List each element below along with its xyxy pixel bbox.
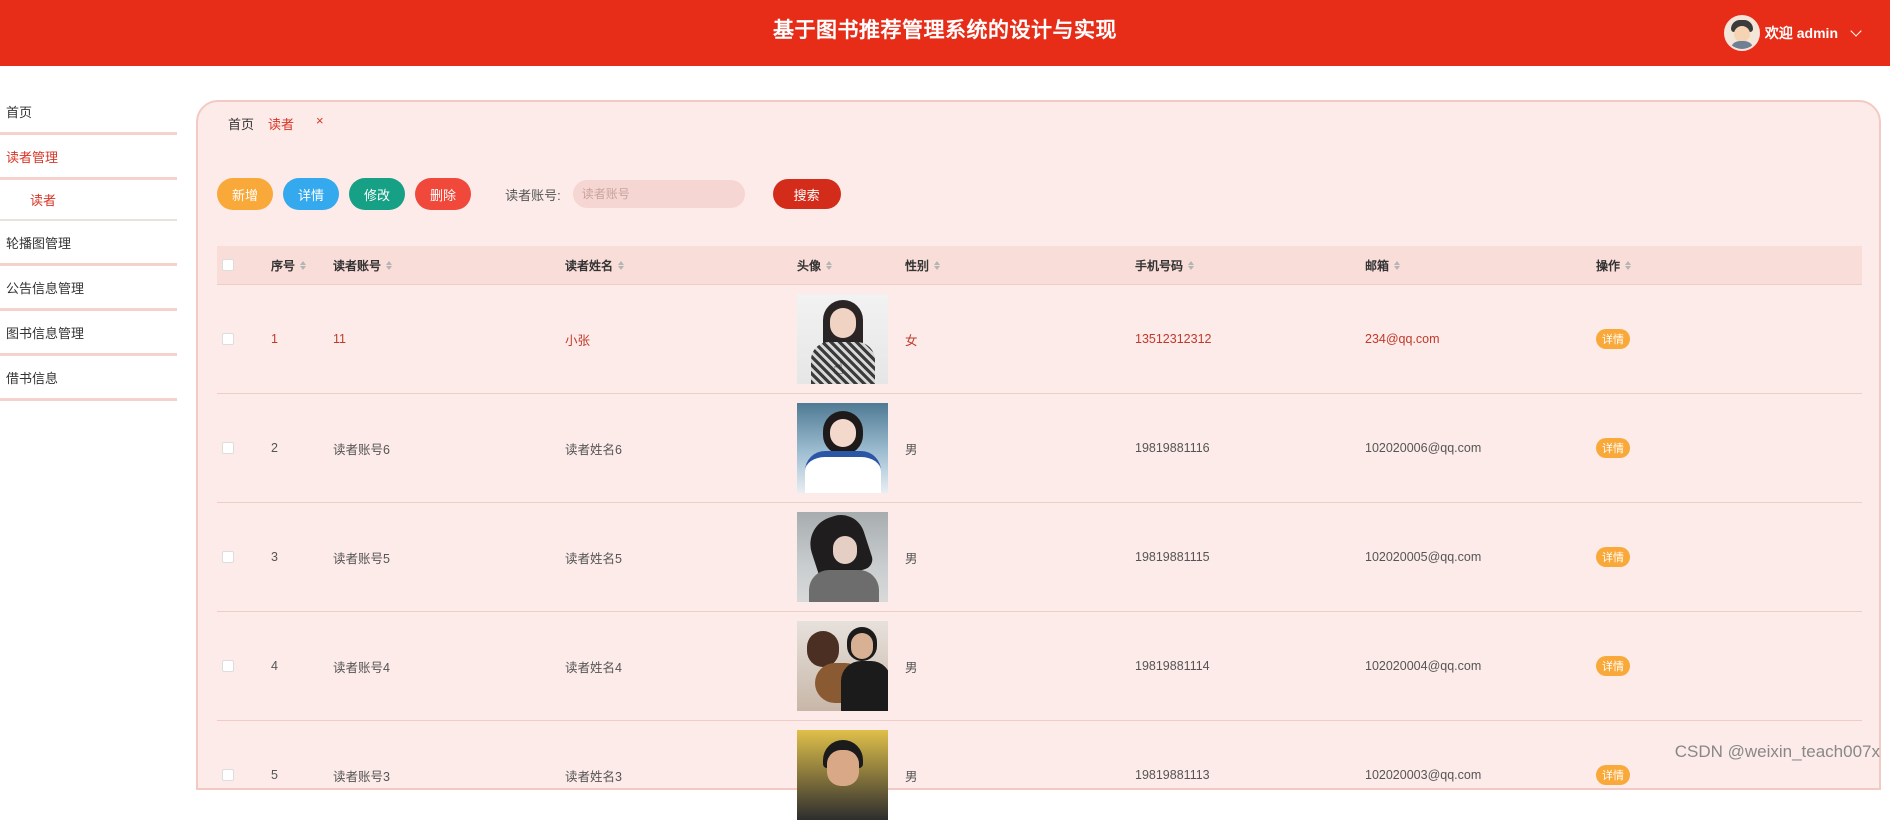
cell-gender: 男 — [905, 439, 918, 458]
cell-name: 读者姓名5 — [565, 548, 622, 567]
table-row[interactable]: 1 11 小张 女 13512312312 234@qq.com 详情 — [217, 284, 1862, 393]
sidebar-item-notice-management[interactable]: 公告信息管理 — [0, 266, 177, 311]
cell-phone: 19819881113 — [1135, 768, 1210, 782]
cell-email: 234@qq.com — [1365, 332, 1440, 346]
column-header-gender[interactable]: 性别 — [905, 257, 940, 274]
reader-account-search-input[interactable] — [573, 180, 745, 208]
search-button[interactable]: 搜索 — [773, 179, 841, 209]
add-button[interactable]: 新增 — [217, 178, 273, 210]
cell-account: 读者账号3 — [333, 766, 390, 785]
cell-index: 2 — [271, 441, 278, 455]
user-menu[interactable]: 欢迎 admin — [1724, 15, 1860, 51]
cell-account: 读者账号5 — [333, 548, 390, 567]
cell-account: 11 — [333, 332, 346, 346]
sidebar-item-carousel-management[interactable]: 轮播图管理 — [0, 221, 177, 266]
sort-icon[interactable] — [826, 261, 832, 270]
column-header-action[interactable]: 操作 — [1596, 257, 1631, 274]
cell-email: 102020004@qq.com — [1365, 659, 1481, 673]
sort-icon[interactable] — [386, 261, 392, 270]
column-header-name[interactable]: 读者姓名 — [565, 257, 624, 274]
cell-index: 4 — [271, 659, 278, 673]
sidebar-subitem-reader[interactable]: 读者 — [0, 180, 177, 221]
tab-home[interactable]: 首页 — [228, 114, 254, 133]
top-header: 基于图书推荐管理系统的设计与实现 欢迎 admin — [0, 0, 1890, 66]
detail-button[interactable]: 详情 — [283, 178, 339, 210]
table-row[interactable]: 2 读者账号6 读者姓名6 男 19819881116 102020006@qq… — [217, 393, 1862, 502]
cell-index: 3 — [271, 550, 278, 564]
sort-icon[interactable] — [1188, 261, 1194, 270]
cell-gender: 男 — [905, 657, 918, 676]
sidebar-item-borrow-info[interactable]: 借书信息 — [0, 356, 177, 401]
edit-button[interactable]: 修改 — [349, 178, 405, 210]
cell-name: 读者姓名6 — [565, 439, 622, 458]
cell-phone: 19819881116 — [1135, 441, 1210, 455]
tab-reader[interactable]: 读者 — [268, 114, 294, 133]
cell-phone: 13512312312 — [1135, 332, 1211, 346]
cell-email: 102020003@qq.com — [1365, 768, 1481, 782]
cell-account: 读者账号6 — [333, 439, 390, 458]
sort-icon[interactable] — [934, 261, 940, 270]
cell-phone: 19819881115 — [1135, 550, 1210, 564]
toolbar: 新增 详情 修改 删除 读者账号: 搜索 — [217, 176, 851, 212]
reader-table: 序号 读者账号 读者姓名 头像 性别 手机号码 邮箱 操作 1 11 小张 女 … — [217, 246, 1862, 829]
row-detail-button[interactable]: 详情 — [1596, 765, 1630, 785]
sort-icon[interactable] — [618, 261, 624, 270]
sidebar-item-home[interactable]: 首页 — [0, 90, 177, 135]
row-checkbox[interactable] — [222, 551, 234, 563]
cell-index: 1 — [271, 332, 278, 346]
column-header-email[interactable]: 邮箱 — [1365, 257, 1400, 274]
tab-bar: 首页 读者 × — [228, 112, 324, 134]
watermark-text: CSDN @weixin_teach007x — [1675, 742, 1880, 762]
cell-gender: 男 — [905, 548, 918, 567]
cell-email: 102020005@qq.com — [1365, 550, 1481, 564]
avatar-photo[interactable] — [797, 512, 888, 602]
row-detail-button[interactable]: 详情 — [1596, 547, 1630, 567]
cell-name: 读者姓名4 — [565, 657, 622, 676]
table-row[interactable]: 5 读者账号3 读者姓名3 男 19819881113 102020003@qq… — [217, 720, 1862, 829]
delete-button[interactable]: 删除 — [415, 178, 471, 210]
avatar-photo[interactable] — [797, 730, 888, 820]
sidebar-item-reader-management[interactable]: 读者管理 — [0, 135, 177, 180]
chevron-down-icon[interactable] — [1850, 25, 1861, 36]
hand-cursor-icon: ☝ — [833, 358, 844, 379]
cell-name: 读者姓名3 — [565, 766, 622, 785]
close-icon[interactable]: × — [316, 113, 324, 128]
column-header-phone[interactable]: 手机号码 — [1135, 257, 1194, 274]
main-panel: 首页 读者 × 新增 详情 修改 删除 读者账号: 搜索 序号 读者账号 读者姓… — [196, 100, 1881, 790]
row-checkbox[interactable] — [222, 333, 234, 345]
app-title: 基于图书推荐管理系统的设计与实现 — [0, 14, 1890, 44]
user-avatar-icon — [1724, 15, 1760, 51]
cell-account: 读者账号4 — [333, 657, 390, 676]
row-detail-button[interactable]: 详情 — [1596, 438, 1630, 458]
table-header: 序号 读者账号 读者姓名 头像 性别 手机号码 邮箱 操作 — [217, 246, 1862, 284]
sidebar-menu: 首页 读者管理 读者 轮播图管理 公告信息管理 图书信息管理 借书信息 — [0, 90, 177, 401]
cell-gender: 男 — [905, 766, 918, 785]
avatar-photo[interactable] — [797, 621, 888, 711]
cell-name: 小张 — [565, 330, 590, 349]
select-all-checkbox[interactable] — [222, 259, 234, 271]
column-header-avatar[interactable]: 头像 — [797, 257, 832, 274]
welcome-text: 欢迎 admin — [1765, 23, 1838, 43]
column-header-index[interactable]: 序号 — [271, 257, 306, 274]
table-row[interactable]: 4 读者账号4 读者姓名4 男 19819881114 102020004@qq… — [217, 611, 1862, 720]
table-row[interactable]: 3 读者账号5 读者姓名5 男 19819881115 102020005@qq… — [217, 502, 1862, 611]
column-header-account[interactable]: 读者账号 — [333, 257, 392, 274]
row-detail-button[interactable]: 详情 — [1596, 656, 1630, 676]
cell-phone: 19819881114 — [1135, 659, 1210, 673]
sort-icon[interactable] — [300, 261, 306, 270]
cell-index: 5 — [271, 768, 278, 782]
search-label: 读者账号: — [505, 185, 561, 204]
row-checkbox[interactable] — [222, 769, 234, 781]
cell-email: 102020006@qq.com — [1365, 441, 1481, 455]
row-detail-button[interactable]: 详情 — [1596, 329, 1630, 349]
sidebar-item-book-management[interactable]: 图书信息管理 — [0, 311, 177, 356]
avatar-photo[interactable] — [797, 403, 888, 493]
row-checkbox[interactable] — [222, 660, 234, 672]
sort-icon[interactable] — [1394, 261, 1400, 270]
row-checkbox[interactable] — [222, 442, 234, 454]
sort-icon[interactable] — [1625, 261, 1631, 270]
cell-gender: 女 — [905, 330, 918, 349]
